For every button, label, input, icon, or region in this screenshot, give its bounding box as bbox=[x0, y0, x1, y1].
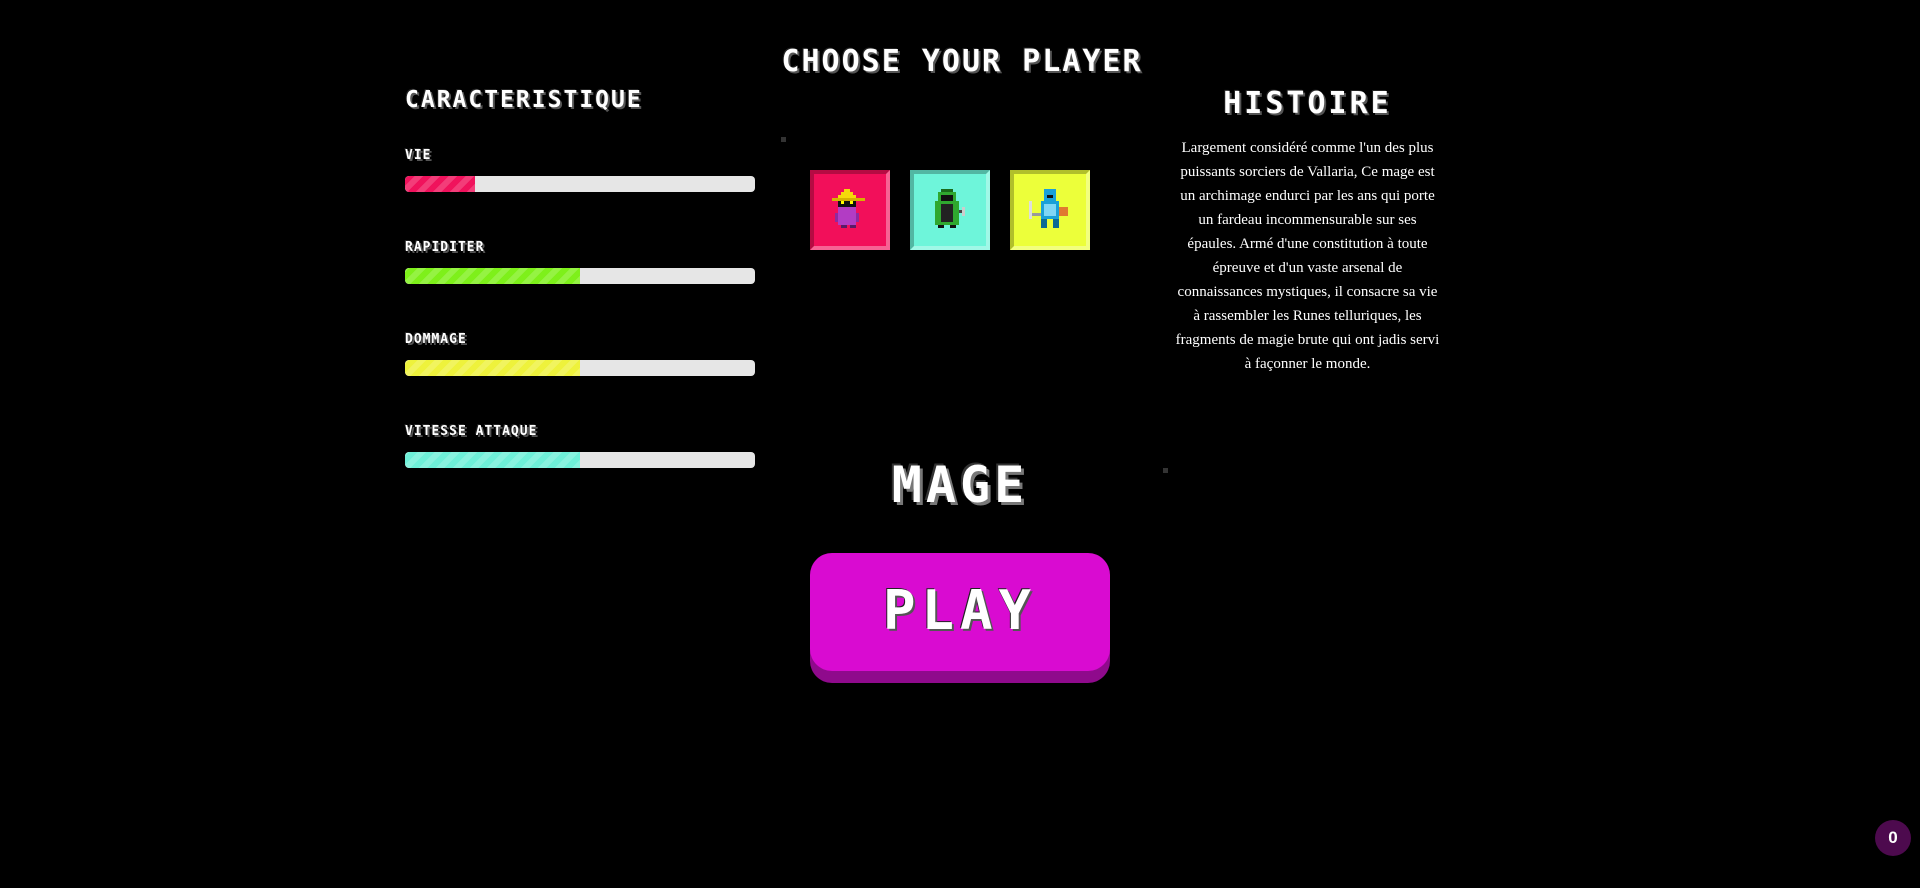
page-title: CHOOSE YOUR PLAYER bbox=[781, 44, 1143, 79]
counter-badge[interactable]: 0 bbox=[1875, 820, 1911, 856]
stat-dommage: DOMMAGE bbox=[405, 332, 755, 376]
character-card-mage[interactable] bbox=[810, 170, 890, 250]
stat-label: VITESSE ATTAQUE bbox=[405, 424, 538, 439]
stat-bar-fill bbox=[405, 360, 580, 376]
character-card-rogue[interactable] bbox=[910, 170, 990, 250]
selected-character-name: MAGE bbox=[891, 456, 1029, 514]
character-list bbox=[810, 170, 1090, 250]
stats-title: CARACTERISTIQUE bbox=[405, 87, 643, 113]
stat-rapiditer: RAPIDITER bbox=[405, 240, 755, 284]
stat-vie: VIE bbox=[405, 148, 755, 192]
stat-vitesse-attaque: VITESSE ATTAQUE bbox=[405, 424, 755, 468]
stat-bar bbox=[405, 176, 755, 192]
rogue-character-icon bbox=[935, 189, 965, 228]
stat-bar-fill bbox=[405, 176, 475, 192]
decor-dot bbox=[1163, 468, 1168, 473]
character-card-knight[interactable] bbox=[1010, 170, 1090, 250]
stat-bar-fill bbox=[405, 452, 580, 468]
play-button[interactable]: PLAY bbox=[810, 553, 1110, 671]
mage-character-icon bbox=[832, 189, 865, 228]
stat-label: DOMMAGE bbox=[405, 332, 467, 347]
story-title: HISTOIRE bbox=[1223, 86, 1392, 121]
stat-bar bbox=[405, 452, 755, 468]
story-text: Largement considéré comme l'un des plus … bbox=[1175, 140, 1440, 372]
knight-character-icon bbox=[1029, 189, 1068, 228]
stat-label: RAPIDITER bbox=[405, 240, 485, 255]
stat-label: VIE bbox=[405, 148, 432, 163]
stat-bar bbox=[405, 360, 755, 376]
decor-dot bbox=[781, 137, 786, 142]
stat-bar bbox=[405, 268, 755, 284]
story-panel: HISTOIRE Largement considéré comme l'un … bbox=[1175, 86, 1440, 376]
stat-bar-fill bbox=[405, 268, 580, 284]
stats-panel: CARACTERISTIQUE VIE RAPIDITER DOMMAGE VI… bbox=[405, 86, 755, 468]
character-select-screen: CHOOSE YOUR PLAYER CARACTERISTIQUE VIE R… bbox=[0, 0, 1920, 888]
